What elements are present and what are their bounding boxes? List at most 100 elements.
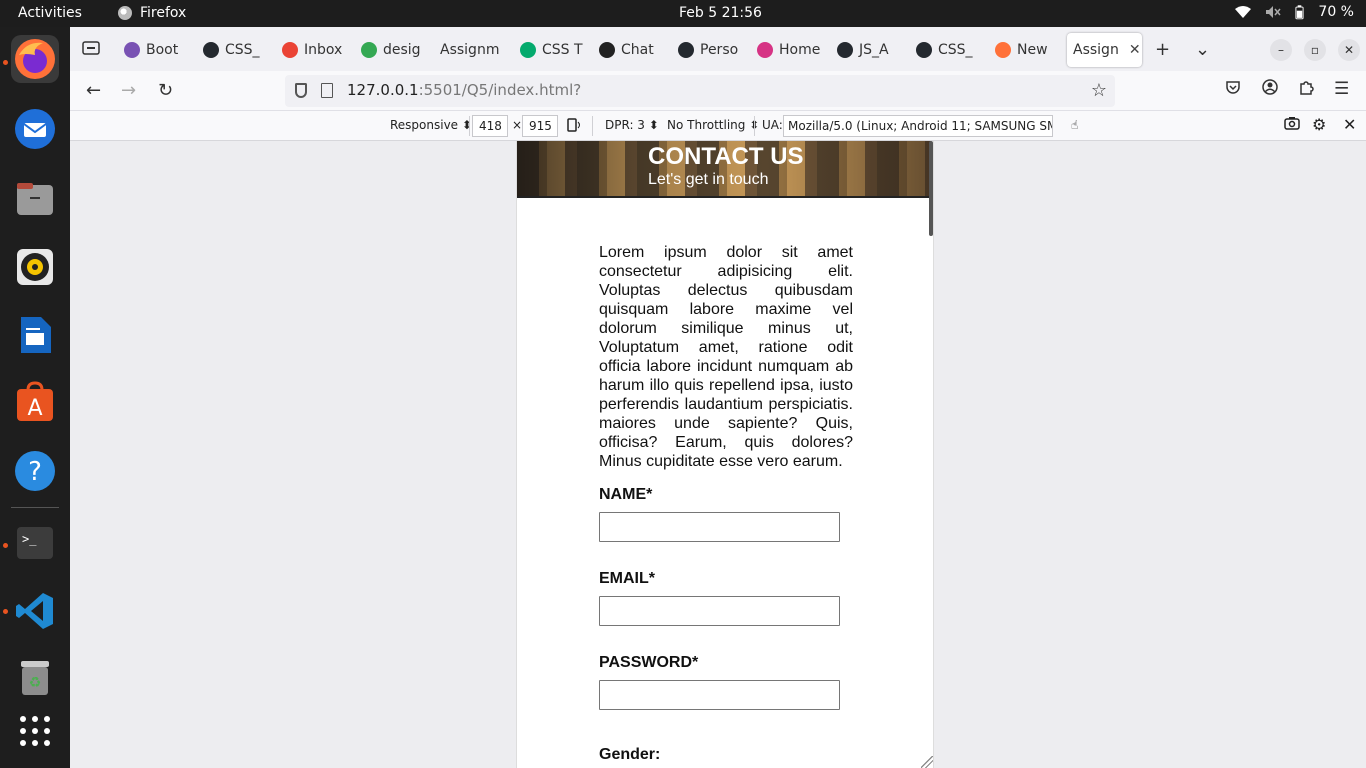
tab-label: JS_A [859, 42, 889, 58]
app-name: Firefox [140, 5, 187, 21]
rotate-icon[interactable] [566, 118, 582, 135]
viewport-height-input[interactable]: 915 [522, 115, 558, 137]
email-input[interactable] [599, 596, 840, 626]
tab[interactable]: JS_A [831, 33, 901, 67]
touch-simulation-icon[interactable]: ☝ [1071, 118, 1078, 132]
throttling-selector[interactable]: No Throttling ⬍ [667, 118, 759, 132]
svg-text:♻: ♻ [29, 675, 42, 691]
tab[interactable]: Inbox [276, 33, 346, 67]
tab-active[interactable]: Assign ✕ [1067, 33, 1142, 67]
activities-button[interactable]: Activities [18, 5, 82, 21]
minimize-button[interactable]: – [1270, 39, 1292, 61]
dock-terminal-icon[interactable]: >_ [11, 519, 59, 567]
tracking-protection-icon[interactable] [295, 83, 307, 98]
gender-label: Gender: [599, 746, 661, 763]
tab-label: Chat [621, 42, 654, 58]
user-agent-input[interactable]: Mozilla/5.0 (Linux; Android 11; SAMSUNG … [783, 115, 1053, 137]
device-selector[interactable]: Responsive ⬍ [390, 118, 472, 132]
account-icon[interactable] [1262, 79, 1278, 100]
tab-favicon-icon [124, 42, 140, 58]
running-indicator [3, 609, 8, 614]
list-all-tabs-icon[interactable]: ⌄ [1195, 39, 1210, 60]
email-field-group: EMAIL* [599, 570, 853, 626]
dock-app-center-icon[interactable]: A [11, 379, 59, 427]
forward-button[interactable]: → [121, 80, 136, 101]
tab-favicon-icon [837, 42, 853, 58]
tab-favicon-icon [361, 42, 377, 58]
password-label: PASSWORD* [599, 654, 699, 671]
dock-writer-icon[interactable] [11, 311, 59, 359]
viewport-resize-handle[interactable] [921, 756, 933, 768]
tab-label: CSS T [542, 42, 583, 58]
dimension-separator: × [512, 118, 523, 132]
intro-paragraph: Lorem ipsum dolor sit amet consectetur a… [599, 244, 853, 470]
extensions-icon[interactable] [1298, 79, 1314, 100]
dock-trash-icon[interactable]: ♻ [11, 653, 59, 701]
tab-label: CSS_ [938, 42, 973, 58]
tab[interactable]: CSS T [514, 33, 584, 67]
tab[interactable]: Perso [672, 33, 742, 67]
app-menu[interactable]: Firefox [118, 5, 186, 21]
svg-text:A: A [27, 396, 42, 421]
name-field-group: NAME* [599, 486, 853, 542]
tab-favicon-icon [203, 42, 219, 58]
responsive-viewport-area: CONTACT US Let's get in touch Lorem ipsu… [70, 141, 1366, 768]
dock-firefox-icon[interactable] [11, 35, 59, 83]
tab[interactable]: Home [751, 33, 821, 67]
viewport-width-input[interactable]: 418 [472, 115, 508, 137]
settings-gear-icon[interactable]: ⚙ [1312, 115, 1326, 134]
tab[interactable]: Assignm [434, 33, 504, 67]
navigation-toolbar: ← → ↻ 127.0.0.1:5501/Q5/index.html? ☆ ☰ [70, 71, 1366, 111]
battery-icon [1295, 4, 1304, 19]
dock-thunderbird-icon[interactable] [11, 105, 59, 153]
battery-percent: 70 % [1318, 4, 1354, 20]
password-input[interactable] [599, 680, 840, 710]
screenshot-icon[interactable] [1284, 116, 1300, 133]
back-button[interactable]: ← [86, 80, 101, 101]
dock-help-icon[interactable]: ? [11, 447, 59, 495]
hero-subtitle: Let's get in touch [648, 171, 769, 188]
running-indicator [3, 543, 8, 548]
menu-icon[interactable]: ☰ [1334, 79, 1349, 99]
dock-vscode-icon[interactable] [11, 587, 59, 635]
clock[interactable]: Feb 5 21:56 [679, 5, 762, 21]
page-info-icon[interactable] [321, 83, 333, 98]
url-bar[interactable]: 127.0.0.1:5501/Q5/index.html? ☆ [285, 75, 1115, 107]
tab-label: Inbox [304, 42, 343, 58]
tab-label: New [1017, 42, 1048, 58]
system-tray[interactable]: 70 % [1235, 4, 1354, 20]
bookmark-star-icon[interactable]: ☆ [1091, 80, 1107, 101]
tab[interactable]: Boot [118, 33, 188, 67]
close-tab-icon[interactable]: ✕ [1129, 42, 1141, 58]
url-path: :5501/Q5/index.html? [418, 81, 582, 99]
url-text[interactable]: 127.0.0.1:5501/Q5/index.html? [347, 81, 581, 99]
app-grid-icon[interactable] [11, 707, 59, 755]
tab[interactable]: Chat [593, 33, 663, 67]
hero-title: CONTACT US [648, 143, 804, 170]
tab[interactable]: desig [355, 33, 425, 67]
reload-button[interactable]: ↻ [158, 80, 173, 101]
tab-label: Assignm [440, 42, 500, 58]
maximize-button[interactable]: ▫ [1304, 39, 1326, 61]
dpr-selector[interactable]: DPR: 3 ⬍ [605, 118, 659, 132]
tab[interactable]: New [989, 33, 1059, 67]
name-input[interactable] [599, 512, 840, 542]
new-tab-button[interactable]: + [1155, 39, 1170, 60]
password-field-group: PASSWORD* [599, 654, 853, 710]
name-label: NAME* [599, 486, 653, 503]
tab[interactable]: CSS_ [197, 33, 267, 67]
tab[interactable]: CSS_ [910, 33, 980, 67]
dock-rhythmbox-icon[interactable] [11, 243, 59, 291]
tab-favicon-icon [599, 42, 615, 58]
tab-favicon-icon [916, 42, 932, 58]
close-rdm-icon[interactable]: ✕ [1343, 115, 1356, 134]
dock-files-icon[interactable] [11, 175, 59, 223]
wifi-icon [1235, 6, 1252, 18]
tab-favicon-icon [678, 42, 694, 58]
pocket-icon[interactable] [1225, 79, 1241, 100]
page-scrollbar[interactable] [929, 141, 933, 236]
throttling-label: No Throttling [667, 118, 746, 132]
device-viewport: CONTACT US Let's get in touch Lorem ipsu… [516, 141, 934, 768]
firefox-view-icon[interactable] [82, 39, 100, 60]
close-window-button[interactable]: ✕ [1338, 39, 1360, 61]
